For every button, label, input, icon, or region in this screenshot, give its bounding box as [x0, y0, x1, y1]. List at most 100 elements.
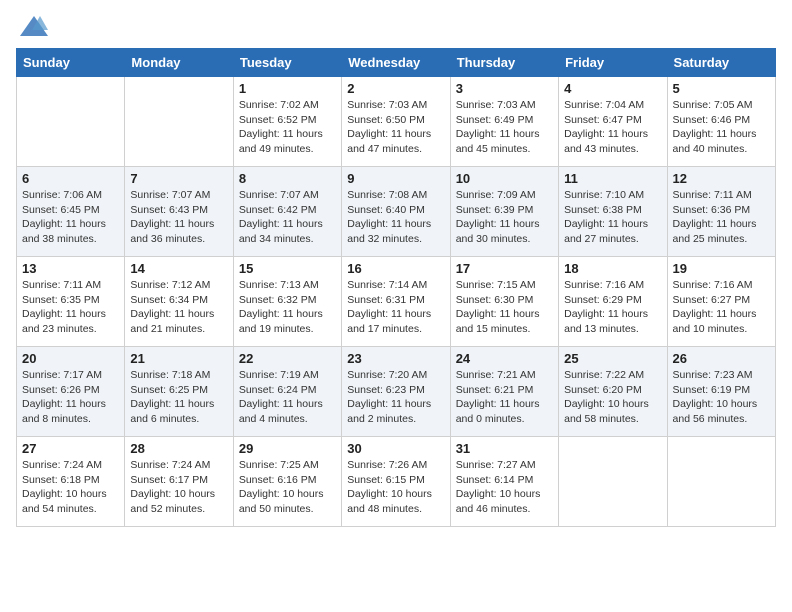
calendar-cell: 3 Sunrise: 7:03 AM Sunset: 6:49 PM Daylig… [450, 77, 558, 167]
calendar-cell: 4 Sunrise: 7:04 AM Sunset: 6:47 PM Daylig… [559, 77, 667, 167]
day-number: 19 [673, 261, 770, 276]
day-number: 16 [347, 261, 444, 276]
day-number: 18 [564, 261, 661, 276]
calendar-cell: 8 Sunrise: 7:07 AM Sunset: 6:42 PM Daylig… [233, 167, 341, 257]
calendar-week-row: 6 Sunrise: 7:06 AM Sunset: 6:45 PM Daylig… [17, 167, 776, 257]
day-number: 23 [347, 351, 444, 366]
day-info: Sunrise: 7:05 AM Sunset: 6:46 PM Dayligh… [673, 98, 770, 157]
calendar-cell: 15 Sunrise: 7:13 AM Sunset: 6:32 PM Dayli… [233, 257, 341, 347]
day-number: 2 [347, 81, 444, 96]
calendar-week-row: 1 Sunrise: 7:02 AM Sunset: 6:52 PM Daylig… [17, 77, 776, 167]
calendar-cell: 5 Sunrise: 7:05 AM Sunset: 6:46 PM Daylig… [667, 77, 775, 167]
day-number: 26 [673, 351, 770, 366]
day-of-week-header: Saturday [667, 49, 775, 77]
calendar-cell [559, 437, 667, 527]
calendar-cell [667, 437, 775, 527]
day-of-week-header: Friday [559, 49, 667, 77]
calendar-cell: 1 Sunrise: 7:02 AM Sunset: 6:52 PM Daylig… [233, 77, 341, 167]
calendar-cell: 23Sunrise: 7:20 AM Sunset: 6:23 PM Dayli… [342, 347, 450, 437]
day-number: 20 [22, 351, 119, 366]
calendar-cell: 25Sunrise: 7:22 AM Sunset: 6:20 PM Dayli… [559, 347, 667, 437]
day-info: Sunrise: 7:07 AM Sunset: 6:43 PM Dayligh… [130, 188, 227, 247]
day-number: 5 [673, 81, 770, 96]
calendar-cell: 24 Sunrise: 7:21 AM Sunset: 6:21 PM Dayli… [450, 347, 558, 437]
day-number: 29 [239, 441, 336, 456]
day-info: Sunrise: 7:09 AM Sunset: 6:39 PM Dayligh… [456, 188, 553, 247]
day-info: Sunrise: 7:24 AM Sunset: 6:17 PM Dayligh… [130, 458, 227, 517]
day-number: 3 [456, 81, 553, 96]
calendar-cell: 9 Sunrise: 7:08 AM Sunset: 6:40 PM Daylig… [342, 167, 450, 257]
calendar-cell: 2 Sunrise: 7:03 AM Sunset: 6:50 PM Daylig… [342, 77, 450, 167]
day-number: 27 [22, 441, 119, 456]
day-info: Sunrise: 7:03 AM Sunset: 6:49 PM Dayligh… [456, 98, 553, 157]
day-number: 12 [673, 171, 770, 186]
day-number: 1 [239, 81, 336, 96]
calendar-cell: 10Sunrise: 7:09 AM Sunset: 6:39 PM Dayli… [450, 167, 558, 257]
day-number: 24 [456, 351, 553, 366]
calendar-cell [125, 77, 233, 167]
day-info: Sunrise: 7:19 AM Sunset: 6:24 PM Dayligh… [239, 368, 336, 427]
calendar-cell: 20 Sunrise: 7:17 AM Sunset: 6:26 PM Dayli… [17, 347, 125, 437]
calendar-cell: 7Sunrise: 7:07 AM Sunset: 6:43 PM Daylig… [125, 167, 233, 257]
day-of-week-header: Thursday [450, 49, 558, 77]
calendar-cell: 21 Sunrise: 7:18 AM Sunset: 6:25 PM Dayli… [125, 347, 233, 437]
day-of-week-header: Wednesday [342, 49, 450, 77]
calendar-cell: 16 Sunrise: 7:14 AM Sunset: 6:31 PM Dayli… [342, 257, 450, 347]
day-of-week-header: Sunday [17, 49, 125, 77]
day-info: Sunrise: 7:04 AM Sunset: 6:47 PM Dayligh… [564, 98, 661, 157]
day-info: Sunrise: 7:15 AM Sunset: 6:30 PM Dayligh… [456, 278, 553, 337]
day-number: 9 [347, 171, 444, 186]
day-number: 14 [130, 261, 227, 276]
calendar-cell: 28Sunrise: 7:24 AM Sunset: 6:17 PM Dayli… [125, 437, 233, 527]
day-info: Sunrise: 7:21 AM Sunset: 6:21 PM Dayligh… [456, 368, 553, 427]
day-number: 4 [564, 81, 661, 96]
day-info: Sunrise: 7:13 AM Sunset: 6:32 PM Dayligh… [239, 278, 336, 337]
calendar-cell: 6 Sunrise: 7:06 AM Sunset: 6:45 PM Daylig… [17, 167, 125, 257]
day-info: Sunrise: 7:17 AM Sunset: 6:26 PM Dayligh… [22, 368, 119, 427]
day-info: Sunrise: 7:10 AM Sunset: 6:38 PM Dayligh… [564, 188, 661, 247]
day-number: 11 [564, 171, 661, 186]
calendar-cell: 19 Sunrise: 7:16 AM Sunset: 6:27 PM Dayli… [667, 257, 775, 347]
day-number: 8 [239, 171, 336, 186]
calendar-table: SundayMondayTuesdayWednesdayThursdayFrid… [16, 48, 776, 527]
day-number: 21 [130, 351, 227, 366]
day-info: Sunrise: 7:16 AM Sunset: 6:29 PM Dayligh… [564, 278, 661, 337]
calendar-week-row: 13 Sunrise: 7:11 AM Sunset: 6:35 PM Dayli… [17, 257, 776, 347]
day-info: Sunrise: 7:14 AM Sunset: 6:31 PM Dayligh… [347, 278, 444, 337]
calendar-week-row: 27Sunrise: 7:24 AM Sunset: 6:18 PM Dayli… [17, 437, 776, 527]
day-number: 31 [456, 441, 553, 456]
calendar-cell: 13 Sunrise: 7:11 AM Sunset: 6:35 PM Dayli… [17, 257, 125, 347]
day-info: Sunrise: 7:06 AM Sunset: 6:45 PM Dayligh… [22, 188, 119, 247]
calendar-cell: 31 Sunrise: 7:27 AM Sunset: 6:14 PM Dayli… [450, 437, 558, 527]
day-info: Sunrise: 7:03 AM Sunset: 6:50 PM Dayligh… [347, 98, 444, 157]
calendar-cell: 27Sunrise: 7:24 AM Sunset: 6:18 PM Dayli… [17, 437, 125, 527]
day-number: 15 [239, 261, 336, 276]
day-info: Sunrise: 7:27 AM Sunset: 6:14 PM Dayligh… [456, 458, 553, 517]
calendar-cell: 18 Sunrise: 7:16 AM Sunset: 6:29 PM Dayli… [559, 257, 667, 347]
day-info: Sunrise: 7:02 AM Sunset: 6:52 PM Dayligh… [239, 98, 336, 157]
day-number: 17 [456, 261, 553, 276]
day-info: Sunrise: 7:11 AM Sunset: 6:36 PM Dayligh… [673, 188, 770, 247]
day-info: Sunrise: 7:22 AM Sunset: 6:20 PM Dayligh… [564, 368, 661, 427]
calendar-cell: 12 Sunrise: 7:11 AM Sunset: 6:36 PM Dayli… [667, 167, 775, 257]
day-info: Sunrise: 7:23 AM Sunset: 6:19 PM Dayligh… [673, 368, 770, 427]
calendar-cell: 14 Sunrise: 7:12 AM Sunset: 6:34 PM Dayli… [125, 257, 233, 347]
calendar-cell: 30Sunrise: 7:26 AM Sunset: 6:15 PM Dayli… [342, 437, 450, 527]
logo [16, 16, 48, 36]
day-of-week-header: Tuesday [233, 49, 341, 77]
day-number: 30 [347, 441, 444, 456]
calendar-cell: 26 Sunrise: 7:23 AM Sunset: 6:19 PM Dayli… [667, 347, 775, 437]
day-info: Sunrise: 7:07 AM Sunset: 6:42 PM Dayligh… [239, 188, 336, 247]
day-info: Sunrise: 7:11 AM Sunset: 6:35 PM Dayligh… [22, 278, 119, 337]
day-info: Sunrise: 7:16 AM Sunset: 6:27 PM Dayligh… [673, 278, 770, 337]
day-info: Sunrise: 7:25 AM Sunset: 6:16 PM Dayligh… [239, 458, 336, 517]
day-info: Sunrise: 7:08 AM Sunset: 6:40 PM Dayligh… [347, 188, 444, 247]
day-info: Sunrise: 7:12 AM Sunset: 6:34 PM Dayligh… [130, 278, 227, 337]
calendar-cell: 11 Sunrise: 7:10 AM Sunset: 6:38 PM Dayli… [559, 167, 667, 257]
calendar-week-row: 20 Sunrise: 7:17 AM Sunset: 6:26 PM Dayli… [17, 347, 776, 437]
day-info: Sunrise: 7:18 AM Sunset: 6:25 PM Dayligh… [130, 368, 227, 427]
day-number: 13 [22, 261, 119, 276]
logo-icon [20, 16, 48, 36]
calendar-cell: 17 Sunrise: 7:15 AM Sunset: 6:30 PM Dayli… [450, 257, 558, 347]
day-number: 6 [22, 171, 119, 186]
